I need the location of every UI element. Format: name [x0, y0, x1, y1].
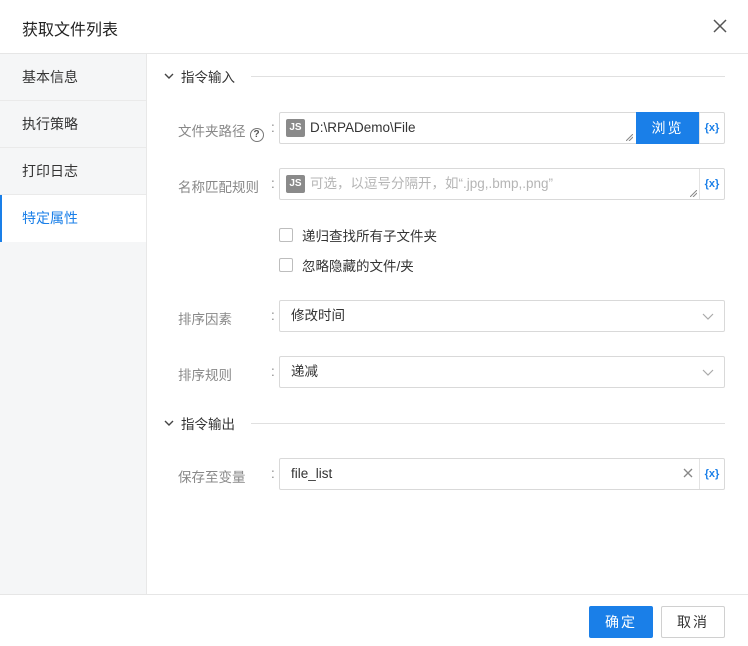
get-file-list-dialog: 获取文件列表 基本信息 执行策略 打印日志 特定属性 指令输入 文件夹路径 ? …: [0, 0, 748, 646]
ignore-hidden-checkbox[interactable]: [279, 258, 293, 272]
name-rule-label: 名称匹配规则: [178, 180, 259, 195]
sort-factor-select[interactable]: 修改时间: [279, 300, 725, 332]
chevron-down-icon: [164, 73, 174, 79]
dialog-footer: 确定 取消: [0, 594, 748, 646]
save-var-value: file_list: [291, 466, 333, 481]
close-icon[interactable]: [710, 16, 730, 36]
section-title: 指令输入: [181, 70, 235, 85]
sidebar-item-print-log[interactable]: 打印日志: [0, 148, 146, 195]
dialog-header: 获取文件列表: [0, 0, 748, 54]
ignore-hidden-label: 忽略隐藏的文件/夹: [302, 259, 414, 274]
help-icon[interactable]: ?: [249, 128, 264, 142]
folder-path-label: 文件夹路径?: [178, 120, 264, 142]
colon: :: [271, 176, 275, 191]
colon: :: [271, 120, 275, 135]
folder-path-label-text: 文件夹路径: [178, 124, 246, 139]
js-badge: JS: [286, 119, 305, 137]
recursive-checkbox[interactable]: [279, 228, 293, 242]
sidebar-item-label: 基本信息: [22, 69, 78, 85]
clear-icon[interactable]: [681, 466, 695, 480]
section-divider: [251, 422, 725, 424]
recursive-label: 递归查找所有子文件夹: [302, 229, 437, 244]
chevron-down-icon: [164, 420, 174, 426]
sidebar-item-basic-info[interactable]: 基本信息: [0, 54, 146, 101]
confirm-button[interactable]: 确定: [589, 606, 653, 638]
section-title: 指令输出: [181, 417, 235, 432]
browse-button[interactable]: 浏览: [636, 112, 699, 144]
sort-rule-label: 排序规则: [178, 368, 232, 383]
sidebar-item-label: 打印日志: [22, 163, 78, 179]
sidebar-item-execution-policy[interactable]: 执行策略: [0, 101, 146, 148]
chevron-down-icon: [702, 313, 714, 320]
sort-rule-value: 递减: [291, 364, 318, 379]
section-divider: [251, 75, 725, 77]
name-rule-placeholder: 可选，以逗号分隔开，如“.jpg,.bmp,.png”: [310, 176, 554, 191]
js-badge: JS: [286, 175, 305, 193]
folder-path-value: D:\RPADemo\File: [310, 120, 416, 135]
ignore-hidden-checkbox-row[interactable]: 忽略隐藏的文件/夹: [279, 256, 414, 274]
resize-handle-icon[interactable]: [626, 134, 633, 141]
sort-factor-value: 修改时间: [291, 308, 345, 323]
sidebar: 基本信息 执行策略 打印日志 特定属性: [0, 54, 147, 594]
variable-button[interactable]: {x}: [699, 113, 724, 143]
cancel-button[interactable]: 取消: [661, 606, 725, 638]
dialog-title: 获取文件列表: [22, 22, 119, 39]
input-section-header[interactable]: 指令输入: [163, 66, 725, 86]
sort-factor-label: 排序因素: [178, 312, 232, 327]
variable-button[interactable]: {x}: [699, 169, 724, 199]
output-section-header[interactable]: 指令输出: [163, 413, 725, 433]
save-var-label: 保存至变量: [178, 470, 246, 485]
colon: :: [271, 364, 275, 379]
sidebar-item-label: 执行策略: [22, 116, 78, 132]
chevron-down-icon: [702, 369, 714, 376]
name-rule-field[interactable]: JS 可选，以逗号分隔开，如“.jpg,.bmp,.png” {x}: [279, 168, 725, 200]
sidebar-item-label: 特定属性: [22, 210, 78, 226]
sidebar-item-specific-properties[interactable]: 特定属性: [0, 195, 146, 242]
variable-button[interactable]: {x}: [699, 459, 724, 489]
recursive-checkbox-row[interactable]: 递归查找所有子文件夹: [279, 226, 437, 244]
folder-path-field[interactable]: JS D:\RPADemo\File 浏览 {x}: [279, 112, 725, 144]
main-panel: 指令输入 文件夹路径? : JS D:\RPADemo\File 浏览 {x} …: [147, 54, 748, 594]
resize-handle-icon[interactable]: [690, 190, 697, 197]
colon: :: [271, 308, 275, 323]
save-var-field[interactable]: file_list {x}: [279, 458, 725, 490]
sort-rule-select[interactable]: 递减: [279, 356, 725, 388]
colon: :: [271, 466, 275, 481]
